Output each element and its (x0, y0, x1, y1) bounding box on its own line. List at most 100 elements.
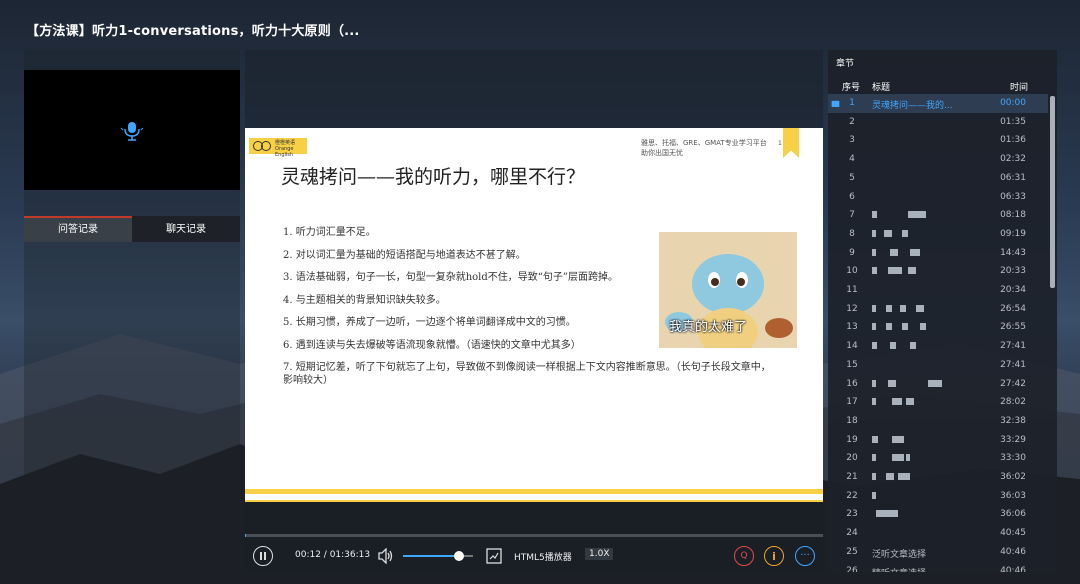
left-panel: 问答记录 聊天记录 (24, 50, 240, 572)
volume-slider[interactable] (403, 551, 473, 561)
chapter-time: 36:06 (1000, 509, 1026, 520)
blurred-title (872, 229, 972, 238)
chapter-time: 06:33 (1000, 191, 1026, 202)
chapter-time: 01:36 (1000, 135, 1026, 146)
chapter-row[interactable]: 13 26:55 (828, 318, 1048, 337)
chapter-num: 3 (849, 135, 855, 146)
chapter-row[interactable]: 24 40:45 (828, 524, 1048, 543)
pause-button[interactable] (253, 546, 273, 566)
window-title: 【方法课】听力1-conversations，听力十大原则（... (26, 24, 360, 39)
meme-image: 我真的太难了 (659, 232, 797, 348)
chapter-row[interactable]: 21 36:02 (828, 468, 1048, 487)
chapter-row[interactable]: 25 泛听文章选择 40:46 (828, 543, 1048, 562)
chapter-row[interactable]: 22 36:03 (828, 487, 1048, 506)
chapter-row[interactable]: 7 08:18 (828, 206, 1048, 225)
chapter-row[interactable]: 5 06:31 (828, 169, 1048, 188)
slide-item: 3. 语法基础弱，句子一长，句型一复杂就hold不住，导致“句子”层面跨掉。 (283, 272, 619, 283)
chapter-row[interactable]: 11 20:34 (828, 281, 1048, 300)
chapter-num: 22 (846, 490, 858, 501)
chapter-time: 20:33 (1000, 266, 1026, 277)
volume-icon[interactable] (377, 548, 395, 564)
progress-fill (245, 534, 247, 537)
slide-item: 7. 短期记忆差，听了下句就忘了上句，导致做不到像阅读一样根据上下文内容推断意思… (283, 362, 771, 386)
blurred-title (872, 248, 972, 257)
chapter-row[interactable]: 3 01:36 (828, 131, 1048, 150)
info-icon: i (772, 549, 776, 563)
chapter-row[interactable]: 19 33:29 (828, 431, 1048, 450)
blurred-title (872, 379, 972, 388)
chapter-num: 21 (846, 472, 858, 482)
chapter-num: 12 (846, 303, 858, 314)
col-title: 标题 (872, 83, 891, 93)
blurred-title (872, 435, 972, 444)
chapter-row[interactable]: 14 27:41 (828, 337, 1048, 356)
info-button[interactable]: i (764, 546, 784, 566)
teacher-video[interactable] (24, 70, 240, 190)
chapter-time: 02:32 (1000, 154, 1026, 165)
chapter-row[interactable]: 15 27:41 (828, 356, 1048, 375)
chapter-num: 23 (846, 509, 858, 520)
chapter-row[interactable]: 18 32:38 (828, 412, 1048, 431)
chapter-row[interactable]: 12 26:54 (828, 300, 1048, 319)
chapter-row[interactable]: 6 06:33 (828, 188, 1048, 207)
chapter-time: 06:31 (1000, 172, 1026, 183)
more-button[interactable]: ··· (795, 546, 815, 566)
chapter-row[interactable]: 10 20:33 (828, 262, 1048, 281)
chapter-num: 2 (849, 116, 855, 127)
chapter-time: 33:30 (1000, 453, 1026, 464)
chapter-time: 26:55 (1000, 322, 1026, 333)
slide-item: 2. 对以词汇量为基础的短语搭配与地道表达不甚了解。 (283, 249, 526, 261)
chapter-time: 27:41 (1000, 341, 1026, 352)
chapter-title: 精听文章选择 (872, 566, 926, 573)
chapter-row[interactable]: 23 36:06 (828, 505, 1048, 524)
progress-bar[interactable] (245, 534, 823, 537)
chapter-row[interactable]: 9 14:43 (828, 244, 1048, 263)
player-controls: 00:12 / 01:36:13 HTML5播放器 1.0X Q i ··· (245, 540, 823, 572)
chapter-num: 25 (846, 546, 858, 557)
slide-org-line2: 助你出国无忧 (641, 149, 683, 157)
question-button[interactable]: Q (734, 546, 754, 566)
chapter-num: 10 (846, 266, 858, 277)
chapter-panel: 章节 序号 标题 时间 ▮▮▮ 1 灵魂拷问——我的... 00:00 2 01:35 3 0… (828, 50, 1057, 572)
scrollbar[interactable] (1050, 96, 1055, 288)
slide-item: 1. 听力词汇量不足。 (283, 227, 376, 238)
chapter-time: 40:46 (1000, 546, 1026, 557)
tab-chat-records[interactable]: 聊天记录 (132, 216, 240, 242)
brand-logo: 橙橙英语 Orange English (249, 138, 307, 158)
fullscreen-icon[interactable] (486, 548, 502, 564)
player-type-button[interactable]: HTML5播放器 (514, 550, 572, 563)
chapter-time: 08:18 (1000, 210, 1026, 221)
chapter-time: 28:02 (1000, 397, 1026, 408)
chapter-time: 40:46 (1000, 565, 1026, 573)
chapter-row[interactable]: 20 33:30 (828, 449, 1048, 468)
speed-button[interactable]: 1.0X (585, 548, 614, 560)
video-player[interactable]: 橙橙英语 Orange English 雅思、托福、GRE、GMAT专业学习平台 … (245, 50, 823, 572)
col-num: 序号 (842, 83, 861, 93)
chapter-time: 20:34 (1000, 285, 1026, 295)
chapter-num: 4 (849, 154, 855, 165)
chapter-time: 14:43 (1000, 247, 1026, 258)
chapter-num: 18 (846, 415, 858, 426)
chapter-num: 11 (846, 285, 858, 295)
volume-knob[interactable] (454, 551, 464, 561)
chapter-time: 09:19 (1000, 228, 1026, 239)
chapter-row[interactable]: 2 01:35 (828, 113, 1048, 132)
tab-qa-records[interactable]: 问答记录 (24, 216, 132, 242)
chapter-time: 01:35 (1000, 116, 1026, 127)
chapter-time: 00:00 (1000, 98, 1026, 108)
chapter-row[interactable]: 26 精听文章选择 40:46 (828, 562, 1048, 573)
chapter-row[interactable]: 8 09:19 (828, 225, 1048, 244)
chapter-time: 33:29 (1000, 434, 1026, 445)
chapter-panel-title: 章节 (836, 59, 855, 69)
question-icon: Q (740, 551, 748, 561)
chapter-row[interactable]: ▮▮▮ 1 灵魂拷问——我的... 00:00 (828, 94, 1048, 113)
chapter-num: 14 (846, 341, 858, 352)
chapter-row[interactable]: 16 27:42 (828, 375, 1048, 394)
meme-caption: 我真的太难了 (669, 320, 748, 335)
chapter-time: 27:42 (1000, 378, 1026, 389)
chapter-row[interactable]: 4 02:32 (828, 150, 1048, 169)
chapter-num: 5 (849, 172, 855, 183)
bookmark-icon (783, 128, 799, 158)
chapter-row[interactable]: 17 28:02 (828, 393, 1048, 412)
pause-icon (260, 552, 266, 560)
